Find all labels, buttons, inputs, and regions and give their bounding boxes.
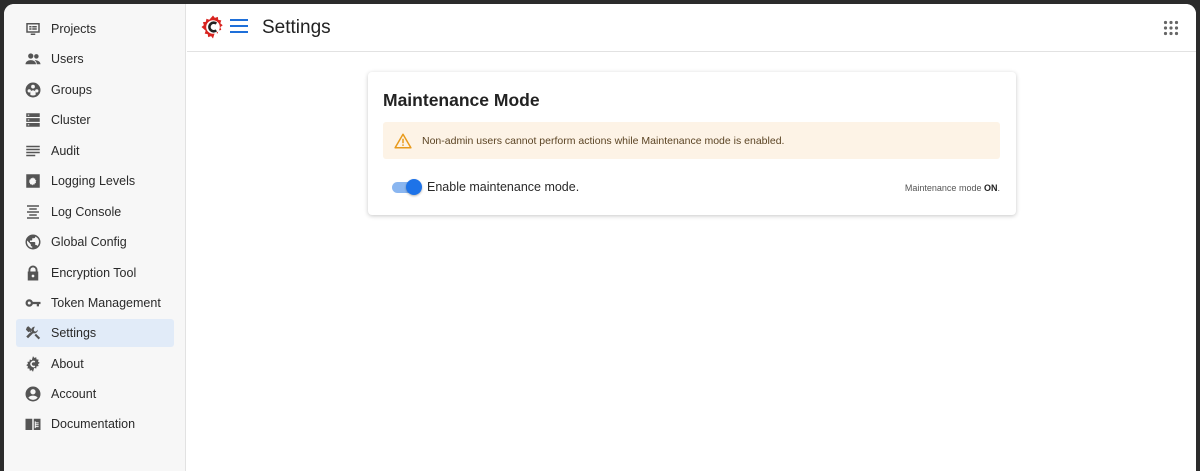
page-title: Settings — [262, 17, 331, 38]
projects-icon — [23, 19, 43, 39]
sidebar-item-encryption-tool[interactable]: Encryption Tool — [16, 259, 174, 287]
sidebar-item-audit[interactable]: Audit — [16, 137, 174, 165]
sidebar-item-logging-levels[interactable]: Logging Levels — [16, 167, 174, 195]
cluster-icon — [23, 110, 43, 130]
card-title: Maintenance Mode — [383, 90, 540, 110]
app-window: Projects Users Groups Cluster Audit Logg… — [4, 4, 1196, 471]
sidebar-item-label: Audit — [51, 144, 80, 158]
menu-toggle-icon[interactable] — [230, 19, 248, 35]
app-logo-icon[interactable] — [201, 15, 225, 39]
logging-levels-icon — [23, 171, 43, 191]
about-logo-icon — [23, 354, 43, 374]
tools-icon — [23, 323, 43, 343]
sidebar-item-settings[interactable]: Settings — [16, 319, 174, 347]
sidebar-item-label: About — [51, 357, 84, 371]
sidebar-item-label: Encryption Tool — [51, 266, 137, 280]
sidebar-item-global-config[interactable]: Global Config — [16, 228, 174, 256]
toggle-knob — [406, 179, 422, 195]
sidebar-item-documentation[interactable]: Documentation — [16, 410, 174, 438]
sidebar-item-token-management[interactable]: Token Management — [16, 289, 174, 317]
toggle-label: Enable maintenance mode. — [427, 180, 580, 194]
sidebar-item-cluster[interactable]: Cluster — [16, 106, 174, 134]
sidebar-item-log-console[interactable]: Log Console — [16, 198, 174, 226]
sidebar: Projects Users Groups Cluster Audit Logg… — [4, 4, 186, 471]
globe-icon — [23, 232, 43, 252]
key-icon — [23, 293, 43, 313]
sidebar-item-label: Documentation — [51, 417, 136, 431]
maintenance-mode-toggle[interactable] — [392, 179, 422, 195]
status-value: ON — [983, 183, 998, 193]
status-suffix: . — [997, 183, 1000, 193]
log-console-icon — [23, 202, 43, 222]
apps-grid-icon[interactable] — [1163, 20, 1179, 36]
sidebar-item-label: Log Console — [51, 205, 122, 219]
sidebar-item-label: Global Config — [51, 235, 127, 249]
maintenance-mode-card: Maintenance Mode Non-admin users cannot … — [368, 72, 1016, 215]
warning-icon — [394, 132, 412, 150]
sidebar-item-label: Token Management — [51, 296, 161, 310]
maintenance-status: Maintenance mode ON. — [905, 183, 1000, 193]
audit-icon — [23, 141, 43, 161]
groups-icon — [23, 80, 43, 100]
sidebar-item-label: Logging Levels — [51, 174, 136, 188]
sidebar-item-label: Groups — [51, 83, 92, 97]
sidebar-item-label: Projects — [51, 22, 97, 36]
sidebar-item-label: Account — [51, 387, 97, 401]
sidebar-item-projects[interactable]: Projects — [16, 15, 174, 43]
sidebar-item-label: Users — [51, 52, 84, 66]
account-icon — [23, 384, 43, 404]
sidebar-item-about[interactable]: About — [16, 350, 174, 378]
documentation-icon — [23, 414, 43, 434]
sidebar-item-users[interactable]: Users — [16, 45, 174, 73]
users-icon — [23, 49, 43, 69]
sidebar-item-groups[interactable]: Groups — [16, 76, 174, 104]
top-header: Settings — [187, 4, 1196, 52]
warning-banner: Non-admin users cannot perform actions w… — [383, 122, 1000, 159]
sidebar-item-label: Cluster — [51, 113, 91, 127]
status-prefix: Maintenance mode — [904, 183, 982, 193]
lock-icon — [23, 263, 43, 283]
sidebar-item-label: Settings — [51, 326, 97, 340]
warning-text: Non-admin users cannot perform actions w… — [422, 134, 785, 147]
sidebar-item-account[interactable]: Account — [16, 380, 174, 408]
